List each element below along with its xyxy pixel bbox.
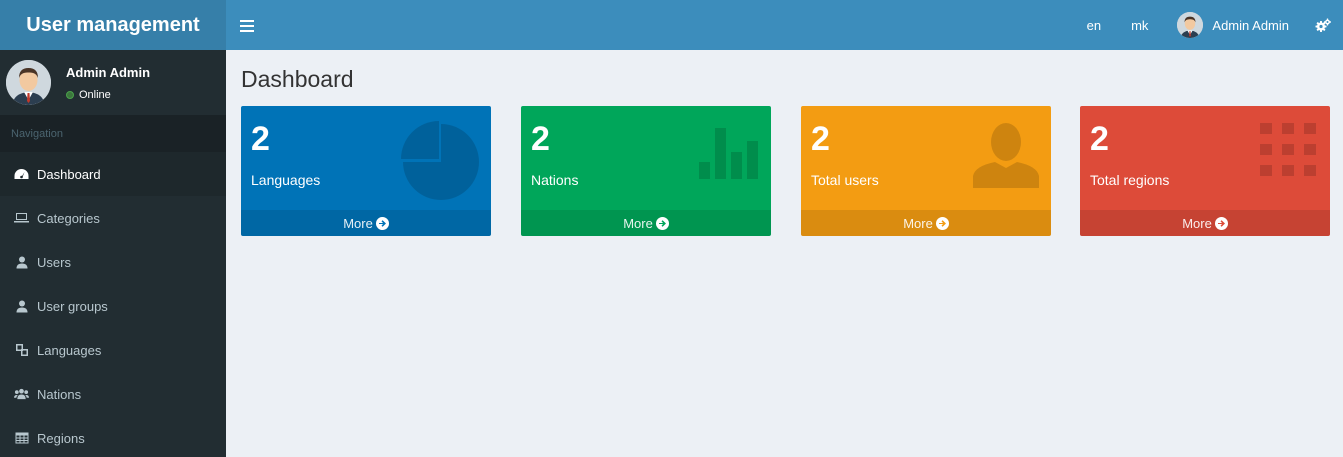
user-menu[interactable]: Admin Admin: [1163, 0, 1303, 50]
total-users-stat-box: 2 Total users More: [801, 106, 1051, 236]
stat-label: Languages: [251, 172, 321, 188]
more-label: More: [623, 215, 653, 231]
stat-count: 2: [811, 120, 830, 158]
sidebar-item-user-groups[interactable]: User groups: [0, 284, 226, 328]
more-label: More: [343, 215, 373, 231]
nations-stat-box: 2 Nations More: [521, 106, 771, 236]
nav-header: Navigation: [0, 115, 226, 152]
more-label: More: [1182, 215, 1212, 231]
sidebar-item-regions[interactable]: Regions: [0, 416, 226, 457]
languages-more-link[interactable]: More: [241, 210, 491, 236]
user-icon: [14, 299, 29, 314]
sidebar-item-languages[interactable]: Languages: [0, 328, 226, 372]
main-content: Dashboard 2 Languages More 2 Nations Mor…: [226, 50, 1343, 457]
language-en-link[interactable]: en: [1072, 0, 1116, 50]
pie-chart-icon: [401, 120, 481, 205]
sidebar-toggle-icon[interactable]: [240, 17, 254, 33]
sidebar-item-nations[interactable]: Nations: [0, 372, 226, 416]
grid-icon: [1256, 120, 1320, 185]
table-icon: [14, 431, 29, 446]
sidebar-item-label: Nations: [37, 386, 82, 402]
dashboard-icon: [14, 167, 29, 182]
more-label: More: [903, 215, 933, 231]
bar-chart-icon: [697, 120, 761, 185]
total-users-more-link[interactable]: More: [801, 210, 1051, 236]
page-title: Dashboard: [241, 66, 354, 92]
sidebar-item-label: Dashboard: [37, 166, 101, 182]
user-panel: Admin Admin Online: [0, 50, 226, 115]
stat-count: 2: [1090, 120, 1109, 158]
total-regions-stat-box: 2 Total regions More: [1080, 106, 1330, 236]
sidebar-item-dashboard[interactable]: Dashboard: [0, 152, 226, 196]
avatar: [6, 60, 51, 105]
sidebar-item-label: User groups: [37, 298, 108, 314]
total-regions-more-link[interactable]: More: [1080, 210, 1330, 236]
languages-stat-box: 2 Languages More: [241, 106, 491, 236]
arrow-circle-right-icon: [1214, 216, 1228, 230]
stat-label: Nations: [531, 172, 579, 188]
users-icon: [14, 387, 29, 402]
sidebar-item-label: Users: [37, 254, 71, 270]
arrow-circle-right-icon: [655, 216, 669, 230]
sidebar-item-label: Languages: [37, 342, 102, 358]
language-icon: [14, 343, 29, 358]
user-status-text: Online: [79, 88, 111, 101]
settings-gear-icon[interactable]: [1303, 0, 1343, 50]
laptop-icon: [14, 211, 29, 226]
app-logo[interactable]: User management: [0, 0, 226, 50]
stat-count: 2: [531, 120, 550, 158]
sidebar-item-label: Categories: [37, 210, 100, 226]
person-icon: [971, 120, 1041, 195]
stat-label: Total regions: [1090, 172, 1170, 188]
stat-count: 2: [251, 120, 270, 158]
arrow-circle-right-icon: [935, 216, 949, 230]
sidebar: User management Admin Admin Online Navig…: [0, 0, 226, 457]
user-menu-name: Admin Admin: [1212, 17, 1289, 33]
online-status-icon: [66, 90, 74, 99]
sidebar-item-label: Regions: [37, 430, 85, 446]
nations-more-link[interactable]: More: [521, 210, 771, 236]
user-status: Online: [66, 89, 150, 101]
sidebar-item-users[interactable]: Users: [0, 240, 226, 284]
user-name: Admin Admin: [66, 64, 151, 80]
user-icon: [14, 255, 29, 270]
language-mk-link[interactable]: mk: [1116, 0, 1163, 50]
arrow-circle-right-icon: [375, 216, 389, 230]
sidebar-item-categories[interactable]: Categories: [0, 196, 226, 240]
top-navbar: en mk Admin Admin: [226, 0, 1343, 50]
avatar: [1177, 12, 1204, 38]
stat-label: Total users: [811, 172, 879, 188]
